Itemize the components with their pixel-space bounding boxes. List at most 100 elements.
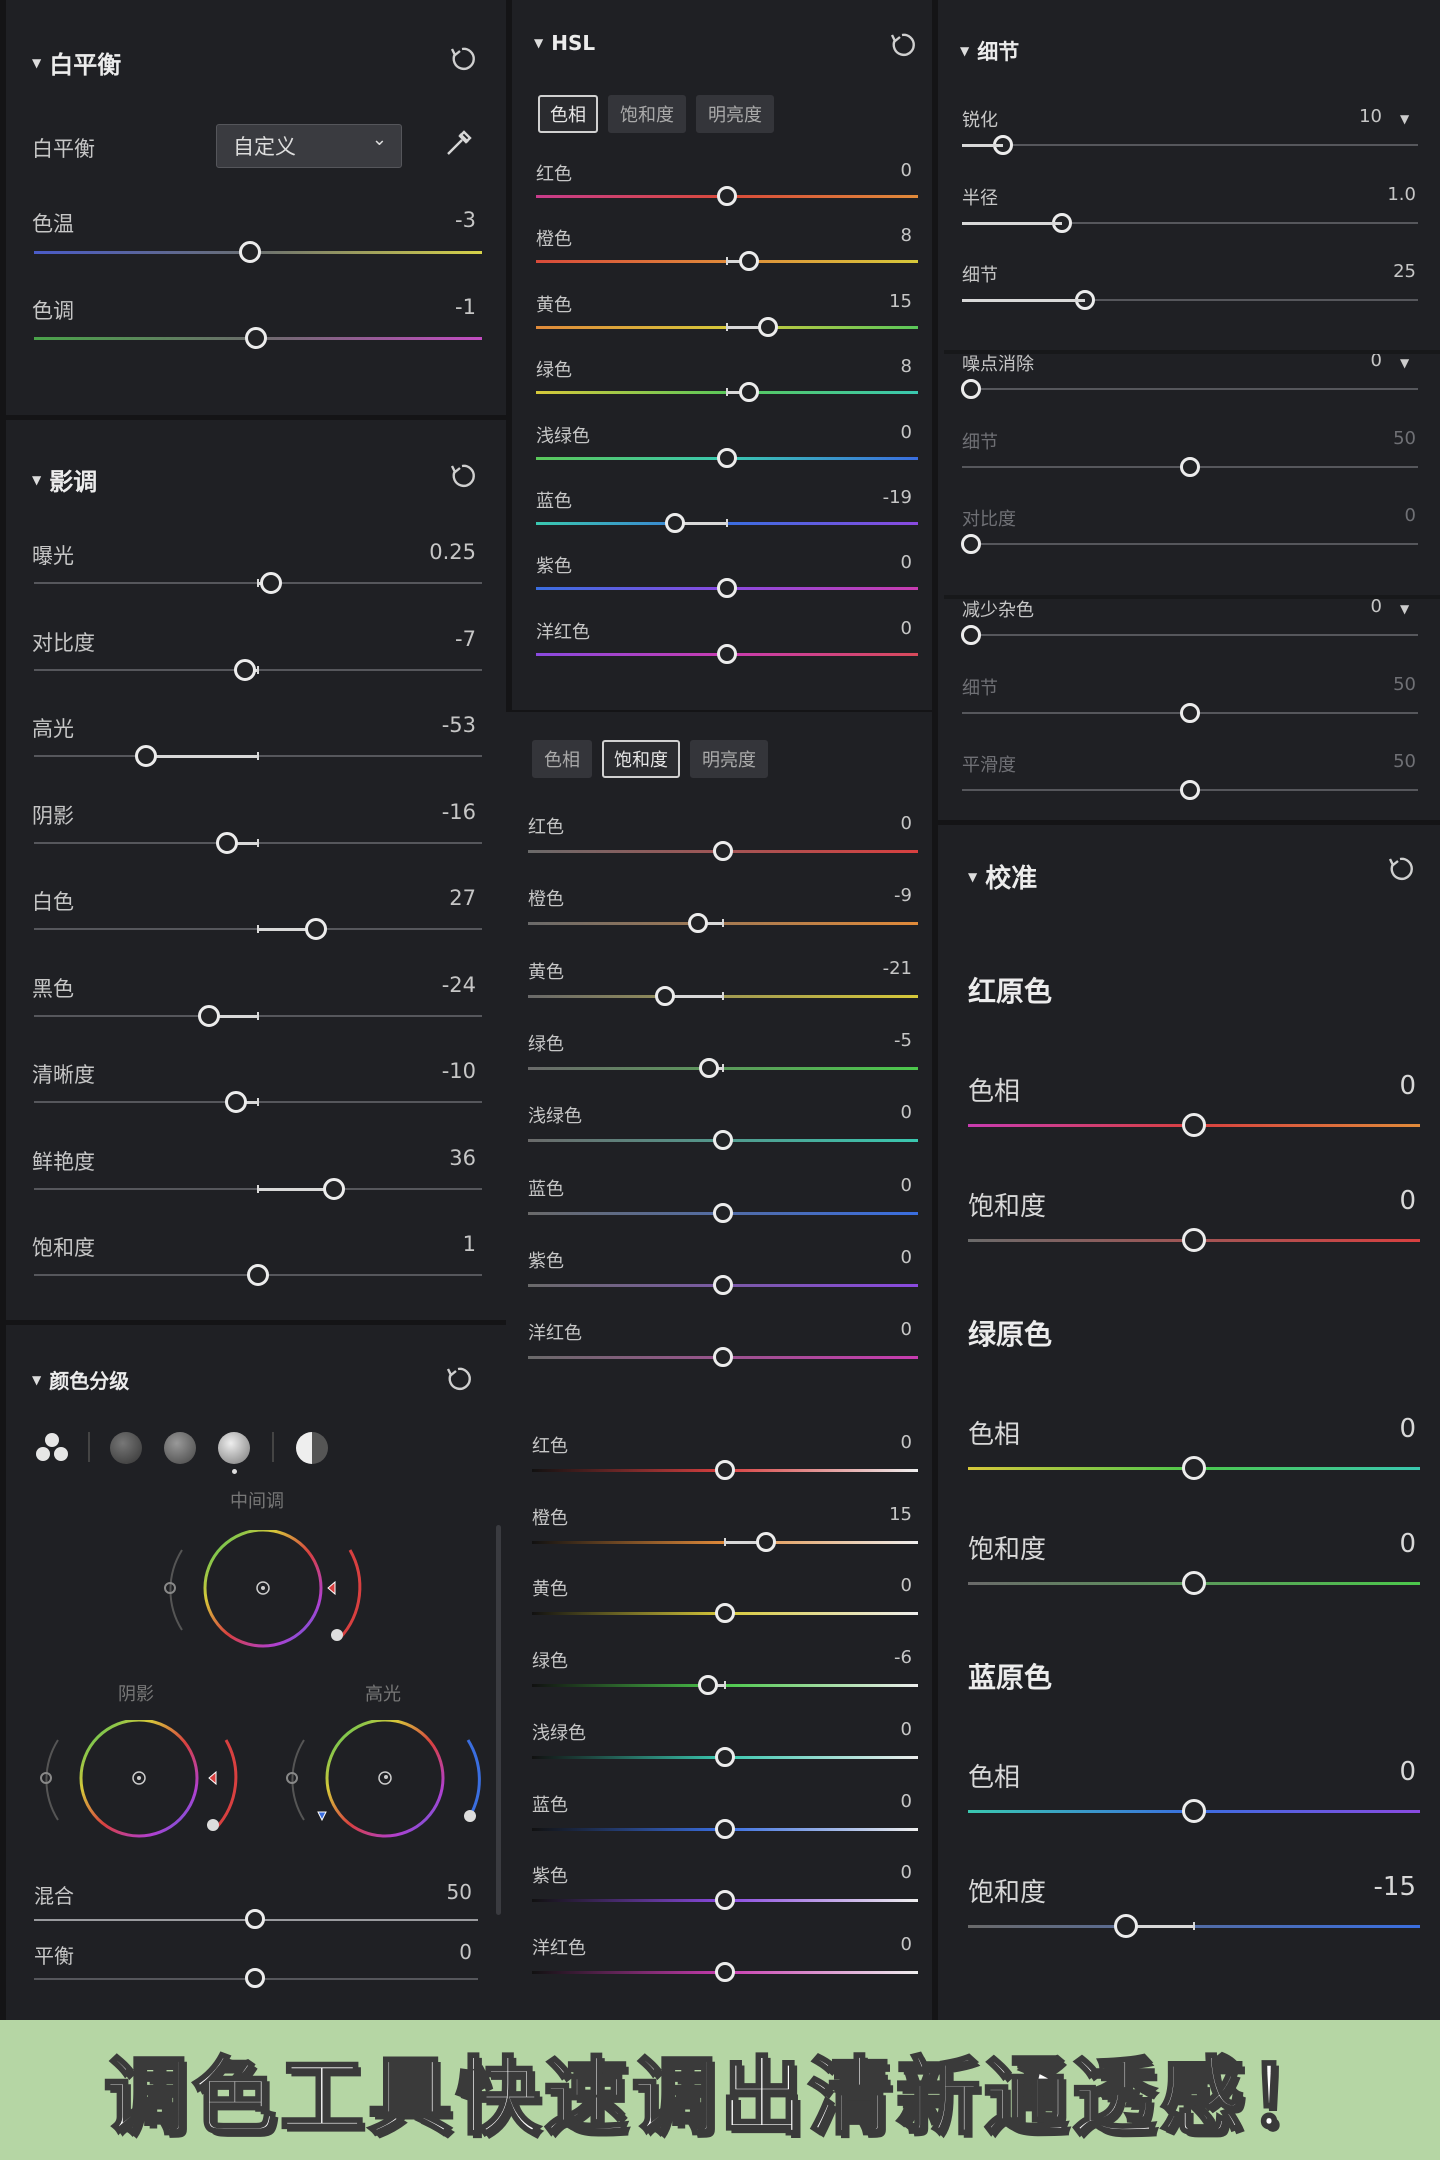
detail-sharpen-track[interactable] xyxy=(962,144,1418,146)
balance-value[interactable]: 0 xyxy=(392,1940,472,1964)
balance-slider-handle[interactable] xyxy=(245,1968,265,1988)
hsl-sat-0-value[interactable]: 0 xyxy=(832,813,912,834)
tone-7-value[interactable]: 36 xyxy=(396,1146,476,1170)
hsl-sat-0-slider-handle[interactable] xyxy=(713,841,733,861)
three-way-icon[interactable] xyxy=(32,1430,72,1466)
eyedropper-icon[interactable] xyxy=(444,128,472,158)
hsl-hue-0-value[interactable]: 0 xyxy=(832,160,912,181)
midtones-color-wheel[interactable] xyxy=(160,1530,370,1650)
hsl-sat-2-value[interactable]: -21 xyxy=(832,958,912,979)
blend-slider-handle[interactable] xyxy=(245,1909,265,1929)
detail-noise-contrast-track[interactable] xyxy=(962,543,1418,545)
hsl-hue-7-value[interactable]: 0 xyxy=(832,618,912,639)
grading-section-title[interactable]: ▼ 颜色分级 xyxy=(32,1365,129,1394)
tone-6-value[interactable]: -10 xyxy=(396,1059,476,1083)
tone-4-value[interactable]: 27 xyxy=(396,886,476,910)
hsl-sat-4-value[interactable]: 0 xyxy=(832,1102,912,1123)
hsl-sat-5-value[interactable]: 0 xyxy=(832,1175,912,1196)
hsl-sat-2-slider-handle[interactable] xyxy=(654,985,675,1006)
hsl-sat-6-slider-handle[interactable] xyxy=(713,1274,733,1295)
hsl-hue-2-slider-handle[interactable] xyxy=(757,316,778,337)
detail-cn-detail-slider-handle[interactable] xyxy=(1180,703,1200,723)
temp-slider-handle[interactable] xyxy=(239,241,261,263)
hsl-hue-6-value[interactable]: 0 xyxy=(832,552,912,573)
global-icon[interactable] xyxy=(296,1432,328,1464)
dropdown-caret-icon[interactable]: ▼ xyxy=(1400,356,1409,370)
hsl-hue-3-value[interactable]: 8 xyxy=(832,356,912,377)
hsl-hue-4-slider-handle[interactable] xyxy=(717,447,737,468)
hsl-lum-4-slider-handle[interactable] xyxy=(715,1746,735,1767)
tone-8-value[interactable]: 1 xyxy=(396,1232,476,1256)
tint-slider-handle[interactable] xyxy=(245,327,267,349)
reset-icon[interactable] xyxy=(448,45,476,73)
detail-noise-detail-value[interactable]: 50 xyxy=(1336,428,1416,449)
hsl-hue-3-slider-handle[interactable] xyxy=(738,382,759,403)
tab-hue[interactable]: 色相 xyxy=(532,740,592,778)
hsl-hue-2-value[interactable]: 15 xyxy=(832,291,912,312)
detail-color-noise-track[interactable] xyxy=(962,634,1418,636)
hsl-lum-7-slider-handle[interactable] xyxy=(715,1961,735,1982)
tone-3-value[interactable]: -16 xyxy=(396,800,476,824)
hsl-lum-3-value[interactable]: -6 xyxy=(832,1647,912,1668)
calib-green-sat-value[interactable]: 0 xyxy=(1336,1529,1416,1559)
hsl-sat-3-value[interactable]: -5 xyxy=(832,1030,912,1051)
detail-sharpen-value[interactable]: 10 xyxy=(1302,106,1382,127)
detail-cn-smooth-value[interactable]: 50 xyxy=(1336,751,1416,772)
shadows-color-wheel[interactable] xyxy=(36,1720,246,1840)
hsl-lum-5-value[interactable]: 0 xyxy=(832,1791,912,1812)
wb-preset-dropdown[interactable]: 自定义 ⌄ xyxy=(216,124,402,168)
hsl-section-title[interactable]: ▼ HSL xyxy=(534,31,595,55)
tone-section-title[interactable]: ▼ 影调 xyxy=(32,462,97,497)
wb-section-title[interactable]: ▼ 白平衡 xyxy=(32,45,121,80)
dropdown-caret-icon[interactable]: ▼ xyxy=(1400,602,1409,616)
calib-red-sat-slider-handle[interactable] xyxy=(1182,1228,1206,1252)
hsl-sat-5-slider-handle[interactable] xyxy=(713,1202,733,1223)
tone-8-slider-handle[interactable] xyxy=(247,1264,269,1286)
tab-luminance[interactable]: 明亮度 xyxy=(690,740,768,778)
detail-section-title[interactable]: ▼ 细节 xyxy=(960,36,1019,66)
tab-saturation[interactable]: 饱和度 xyxy=(608,95,686,133)
highlights-icon[interactable] xyxy=(218,1432,250,1464)
tab-luminance[interactable]: 明亮度 xyxy=(696,95,774,133)
tone-0-value[interactable]: 0.25 xyxy=(396,540,476,564)
detail-color-noise-value[interactable]: 0 xyxy=(1302,596,1382,617)
hsl-hue-7-slider-handle[interactable] xyxy=(717,643,737,664)
tone-1-slider-handle[interactable] xyxy=(233,658,256,681)
hsl-lum-7-value[interactable]: 0 xyxy=(832,1934,912,1955)
hsl-sat-7-value[interactable]: 0 xyxy=(832,1319,912,1340)
hsl-lum-4-value[interactable]: 0 xyxy=(832,1719,912,1740)
detail-noise-detail-slider-handle[interactable] xyxy=(1180,457,1200,477)
tone-7-slider-handle[interactable] xyxy=(323,1177,346,1200)
calib-blue-hue-slider-handle[interactable] xyxy=(1182,1799,1206,1823)
calib-green-hue-value[interactable]: 0 xyxy=(1336,1414,1416,1444)
detail-radius-value[interactable]: 1.0 xyxy=(1336,184,1416,205)
hsl-sat-7-slider-handle[interactable] xyxy=(713,1347,733,1368)
calib-red-hue-slider-handle[interactable] xyxy=(1182,1113,1206,1137)
tone-2-value[interactable]: -53 xyxy=(396,713,476,737)
calib-green-sat-slider-handle[interactable] xyxy=(1182,1571,1206,1595)
midtones-icon[interactable] xyxy=(164,1432,196,1464)
hsl-sat-3-slider-handle[interactable] xyxy=(699,1057,720,1078)
calibration-section-title[interactable]: ▼ 校准 xyxy=(968,858,1037,895)
calib-blue-sat-value[interactable]: -15 xyxy=(1336,1872,1416,1902)
hsl-lum-0-slider-handle[interactable] xyxy=(715,1460,735,1480)
calib-blue-hue-value[interactable]: 0 xyxy=(1336,1757,1416,1787)
detail-cn-smooth-slider-handle[interactable] xyxy=(1180,780,1200,800)
shadows-icon[interactable] xyxy=(110,1432,142,1464)
blend-value[interactable]: 50 xyxy=(392,1880,472,1904)
detail-noise-contrast-slider-handle[interactable] xyxy=(961,534,982,554)
hsl-lum-1-slider-handle[interactable] xyxy=(756,1531,777,1552)
hsl-hue-0-slider-handle[interactable] xyxy=(717,186,737,206)
detail-color-noise-slider-handle[interactable] xyxy=(961,625,982,645)
detail-noise-track[interactable] xyxy=(962,388,1418,390)
reset-icon[interactable] xyxy=(444,1365,472,1393)
temp-value[interactable]: -3 xyxy=(396,208,476,232)
tab-saturation[interactable]: 饱和度 xyxy=(602,740,680,778)
tone-2-slider-handle[interactable] xyxy=(135,745,157,767)
hsl-lum-2-value[interactable]: 0 xyxy=(832,1575,912,1596)
tone-6-slider-handle[interactable] xyxy=(224,1091,247,1113)
tone-5-value[interactable]: -24 xyxy=(396,973,476,997)
hsl-lum-0-value[interactable]: 0 xyxy=(832,1432,912,1453)
calib-red-sat-value[interactable]: 0 xyxy=(1336,1186,1416,1216)
reset-icon[interactable] xyxy=(1386,855,1414,883)
